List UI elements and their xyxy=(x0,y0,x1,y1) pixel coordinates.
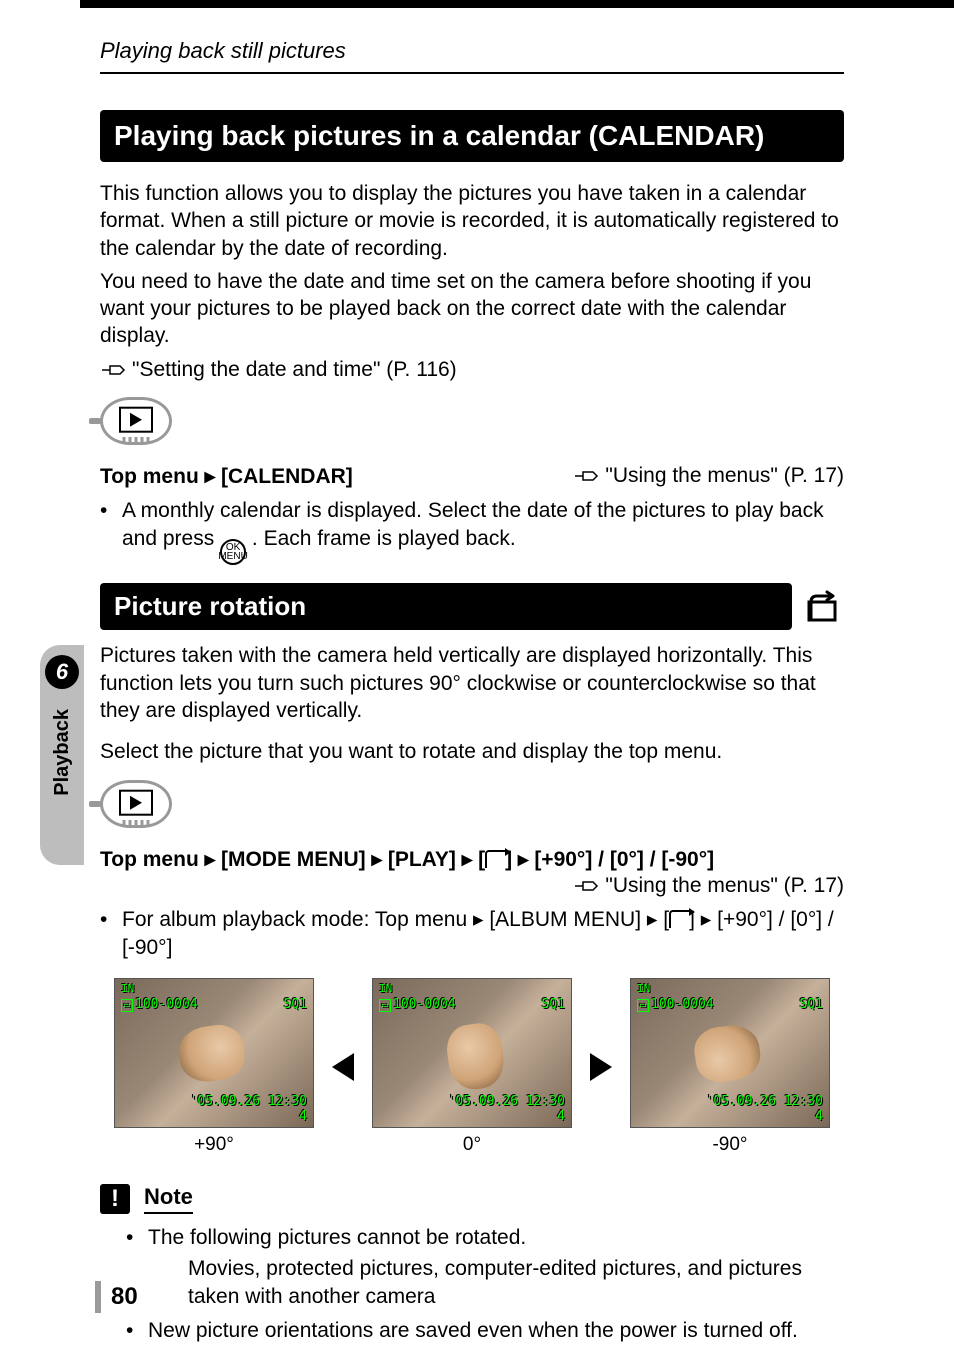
arrow-right-icon xyxy=(590,1053,612,1081)
body-text: This function allows you to display the … xyxy=(100,180,844,262)
playback-icon xyxy=(119,789,153,815)
ok-menu-button-icon: OK MENU xyxy=(220,539,246,565)
body-text: Pictures taken with the camera held vert… xyxy=(100,642,844,724)
arrow-left-icon xyxy=(332,1053,354,1081)
menu-path-left: Top menu ▸ [MODE MENU] ▸ [PLAY] ▸ [] ▸ [… xyxy=(100,847,844,872)
rotate-icon xyxy=(485,850,505,868)
example-thumb-plus90: IN ▭100-0004 SQ1 '05.09.26 12:30 4 +90° xyxy=(114,978,314,1156)
example-thumb-minus90: IN ▭100-0004 SQ1 '05.09.26 12:30 4 -90° xyxy=(630,978,830,1156)
pointer-icon xyxy=(573,877,601,895)
caption: 0° xyxy=(372,1134,572,1156)
section-title-calendar: Playing back pictures in a calendar (CAL… xyxy=(100,110,844,162)
menu-path-right: "Using the menus" (P. 17) xyxy=(573,874,844,898)
top-bar xyxy=(80,0,954,8)
note-heading: ! Note xyxy=(100,1184,844,1214)
menu-path-left: Top menu ▸ [CALENDAR] xyxy=(100,464,353,489)
pointer-icon xyxy=(573,467,601,485)
mode-dial-icon xyxy=(100,397,172,445)
chapter-tab: 6 Playback xyxy=(40,645,84,865)
chapter-label: Playback xyxy=(51,709,74,796)
menu-path-row: Top menu ▸ [MODE MENU] ▸ [PLAY] ▸ [] ▸ [… xyxy=(100,847,844,898)
breadcrumb: Playing back still pictures xyxy=(100,38,346,64)
menu-path-right: "Using the menus" (P. 17) xyxy=(573,464,844,488)
mode-dial-icon xyxy=(100,780,172,828)
sub-text: Movies, protected pictures, computer-edi… xyxy=(188,1255,844,1312)
note-badge-icon: ! xyxy=(100,1184,130,1214)
caption: -90° xyxy=(630,1134,830,1156)
rotate-icon xyxy=(802,590,844,624)
menu-path-row: Top menu ▸ [CALENDAR] "Using the menus" … xyxy=(100,464,844,489)
list-item: • A monthly calendar is displayed. Selec… xyxy=(100,497,844,565)
section-title-rotation: Picture rotation xyxy=(100,583,792,630)
ref-text: "Setting the date and time" (P. 116) xyxy=(132,358,457,381)
note-label: Note xyxy=(144,1184,193,1214)
playback-icon xyxy=(119,407,153,433)
chapter-number: 6 xyxy=(45,655,79,689)
list-item: • For album playback mode: Top menu ▸ [A… xyxy=(100,906,844,963)
rotate-icon xyxy=(669,910,689,928)
body-text: You need to have the date and time set o… xyxy=(100,268,844,350)
list-item: • New picture orientations are saved eve… xyxy=(126,1317,844,1345)
list-item: • The following pictures cannot be rotat… xyxy=(126,1224,844,1311)
cross-ref: "Setting the date and time" (P. 116) xyxy=(100,356,844,383)
caption: +90° xyxy=(114,1134,314,1156)
body-text: Select the picture that you want to rota… xyxy=(100,738,844,765)
rotation-example-row: IN ▭100-0004 SQ1 '05.09.26 12:30 4 +90° … xyxy=(100,978,844,1156)
header-rule xyxy=(100,72,844,74)
example-thumb-0: IN ▭100-0004 SQ1 '05.09.26 12:30 4 0° xyxy=(372,978,572,1156)
pointer-icon xyxy=(100,359,128,377)
page-number: 80 xyxy=(95,1281,138,1313)
